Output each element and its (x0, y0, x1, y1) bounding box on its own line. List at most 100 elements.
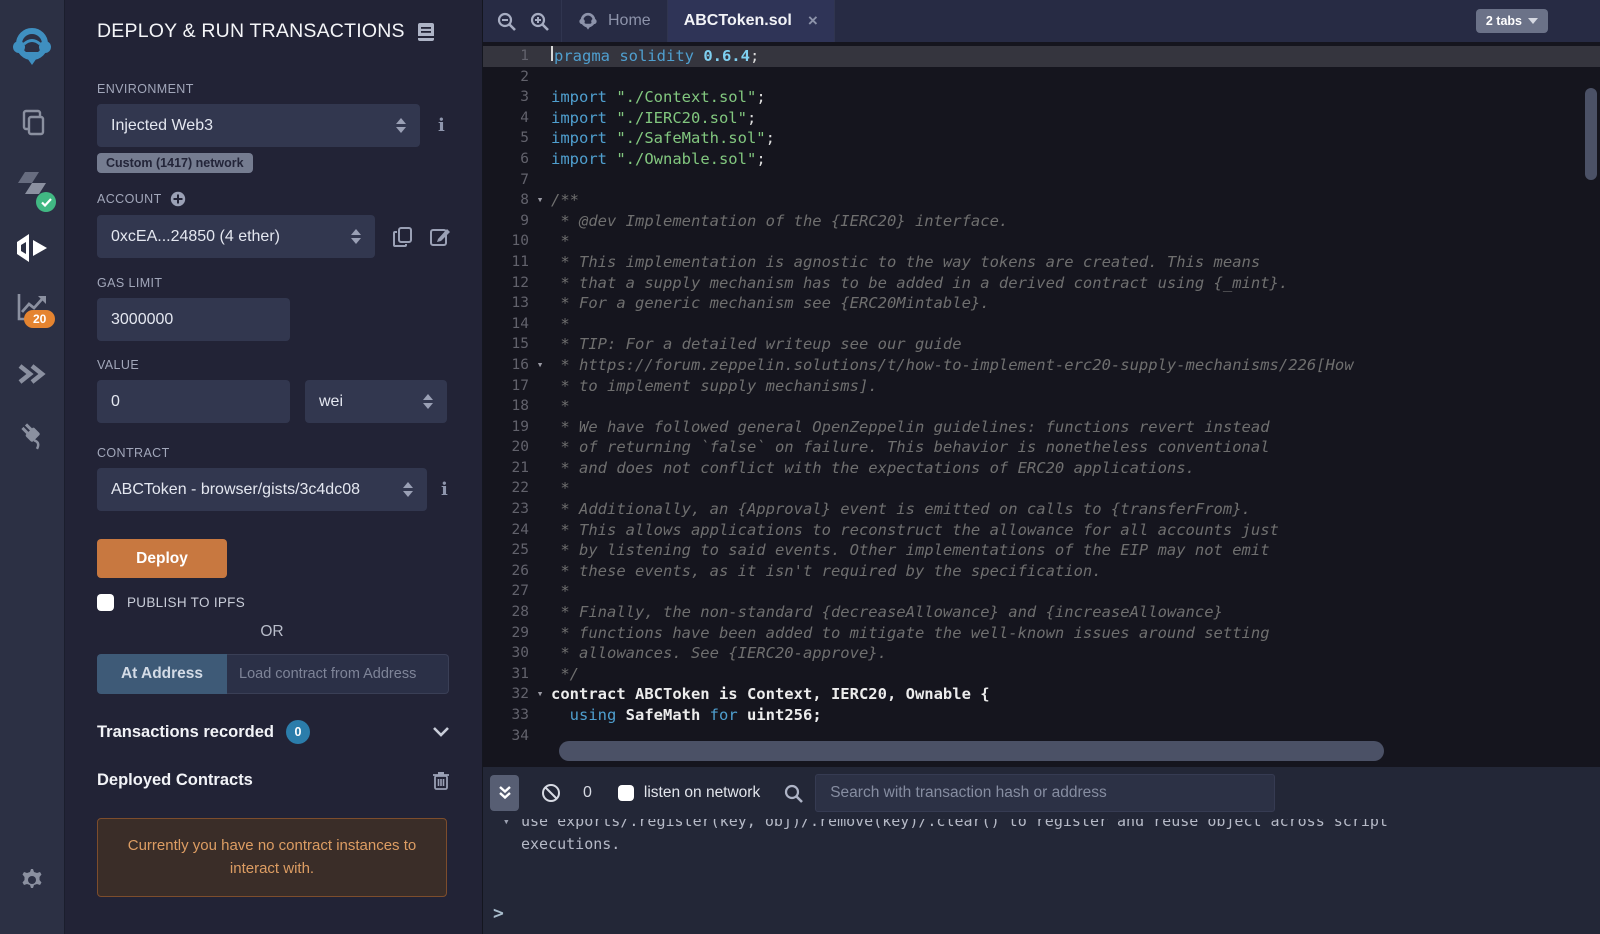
plugin-manager-icon[interactable] (0, 418, 64, 450)
at-address-button[interactable]: At Address (97, 654, 227, 694)
zoom-in-icon[interactable] (530, 12, 549, 31)
trash-icon[interactable] (433, 771, 449, 790)
settings-gear-icon[interactable] (0, 865, 64, 895)
code-line: 7 (483, 170, 1600, 191)
transactions-recorded-row[interactable]: Transactions recorded 0 (97, 716, 449, 748)
code-line: 16▾ * https://forum.zeppelin.solutions/t… (483, 355, 1600, 376)
at-address-input[interactable] (227, 654, 449, 694)
tab-abctoken-label: ABCToken.sol (684, 12, 792, 30)
environment-info-icon[interactable]: i (438, 115, 445, 136)
code-line: 14 * (483, 314, 1600, 335)
tab-home[interactable]: Home (561, 0, 668, 42)
terminal-log: ▾ use exports/.register(key, obj)/.remov… (483, 819, 1600, 934)
remix-ide-window: 20 DEPLOY & RUN TRANSACTIONS (0, 0, 1600, 934)
expand-terminal-icon[interactable] (490, 775, 519, 811)
zoom-out-icon[interactable] (497, 12, 516, 31)
code-line: 6import "./Ownable.sol"; (483, 149, 1600, 170)
deploy-run-icon[interactable] (0, 232, 64, 264)
search-icon (784, 784, 803, 803)
code-line: 24 * This allows applications to reconst… (483, 520, 1600, 541)
solidity-compiler-icon[interactable] (0, 170, 64, 206)
panel-title: DEPLOY & RUN TRANSACTIONS (97, 20, 435, 43)
code-line: 32▾contract ABCToken is Context, IERC20,… (483, 684, 1600, 705)
value-input[interactable] (97, 380, 290, 423)
editor-column: Home ABCToken.sol × 2 tabs 1pragma solid… (483, 0, 1600, 934)
log-line: executions. (521, 833, 1600, 856)
pending-tx-count: 0 (583, 784, 592, 802)
gas-limit-input[interactable] (97, 298, 290, 341)
select-spinner-icon (403, 482, 413, 497)
contract-label: CONTRACT (97, 446, 170, 460)
code-line: 33 using SafeMath for uint256; (483, 705, 1600, 726)
or-separator: OR (97, 623, 447, 641)
deploy-run-panel: DEPLOY & RUN TRANSACTIONS ENVIRONMENT In… (65, 0, 483, 934)
code-line: 23 * Additionally, an {Approval} event i… (483, 499, 1600, 520)
listen-network-checkbox[interactable] (618, 785, 634, 801)
code-line: 17 * to implement supply mechanisms]. (483, 376, 1600, 397)
terminal-toolbar: 0 listen on network (483, 767, 1600, 819)
code-line: 8▾/** (483, 190, 1600, 211)
tabs-count-button[interactable]: 2 tabs (1476, 9, 1548, 33)
analysis-icon[interactable]: 20 (0, 292, 64, 322)
code-line: 12 * that a supply mechanism has to be a… (483, 273, 1600, 294)
environment-select[interactable]: Injected Web3 (97, 104, 420, 147)
clear-console-icon[interactable] (541, 783, 561, 803)
contract-select[interactable]: ABCToken - browser/gists/3c4dc08 (97, 468, 427, 511)
code-line: 15 * TIP: For a detailed writeup see our… (483, 334, 1600, 355)
value-label: VALUE (97, 358, 139, 372)
unit-testing-icon[interactable] (0, 358, 64, 390)
code-line: 19 * We have followed general OpenZeppel… (483, 417, 1600, 438)
code-line: 27 * (483, 581, 1600, 602)
code-line: 11 * This implementation is agnostic to … (483, 252, 1600, 273)
sign-message-icon[interactable] (430, 227, 451, 247)
publish-ipfs-checkbox[interactable] (97, 594, 114, 611)
contract-value: ABCToken - browser/gists/3c4dc08 (111, 481, 360, 499)
transactions-recorded-label: Transactions recorded (97, 723, 274, 742)
environment-label: ENVIRONMENT (97, 82, 194, 96)
publish-ipfs-label: PUBLISH TO IPFS (127, 595, 245, 610)
code-line: 29 * functions have been added to mitiga… (483, 623, 1600, 644)
deployed-contracts-row: Deployed Contracts (97, 764, 449, 796)
tab-bar: Home ABCToken.sol × 2 tabs (483, 0, 1600, 42)
terminal-search-input[interactable] (815, 774, 1275, 812)
code-line: 5import "./SafeMath.sol"; (483, 128, 1600, 149)
select-spinner-icon (396, 118, 406, 133)
tab-abctoken[interactable]: ABCToken.sol × (668, 0, 835, 42)
code-line: 10 * (483, 231, 1600, 252)
vertical-scrollbar[interactable] (1585, 88, 1597, 180)
deploy-button[interactable]: Deploy (97, 539, 227, 578)
select-spinner-icon (423, 394, 433, 409)
tab-home-label: Home (608, 12, 651, 30)
code-lines: 1pragma solidity 0.6.4;23import "./Conte… (483, 46, 1600, 746)
code-line: 22 * (483, 478, 1600, 499)
add-account-icon[interactable] (170, 191, 186, 207)
account-select[interactable]: 0xcEA...24850 (4 ether) (97, 215, 375, 258)
code-line: 2 (483, 67, 1600, 88)
code-line: 26 * these events, as it isn't required … (483, 561, 1600, 582)
value-unit-select[interactable]: wei (305, 380, 447, 423)
close-tab-icon[interactable]: × (808, 11, 818, 31)
copy-account-icon[interactable] (393, 227, 412, 247)
account-label: ACCOUNT (97, 191, 186, 207)
code-editor[interactable]: 1pragma solidity 0.6.4;23import "./Conte… (483, 42, 1600, 767)
network-badge: Custom (1417) network (97, 153, 253, 173)
log-line: use exports/.register(key, obj)/.remove(… (521, 819, 1600, 833)
listen-network-label: listen on network (644, 784, 760, 802)
code-line: 3import "./Context.sol"; (483, 87, 1600, 108)
terminal-prompt[interactable]: > (493, 903, 504, 924)
code-line: 30 * allowances. See {IERC20-approve}. (483, 643, 1600, 664)
value-unit: wei (319, 393, 343, 411)
log-caret-icon[interactable]: ▾ (503, 819, 510, 833)
transactions-count-badge: 0 (286, 720, 310, 744)
chevron-down-icon[interactable] (433, 727, 449, 737)
code-line: 21 * and does not conflict with the expe… (483, 458, 1600, 479)
remix-logo-icon (0, 24, 64, 68)
caret-down-icon (1528, 18, 1538, 24)
horizontal-scrollbar[interactable] (559, 741, 1384, 761)
contract-info-icon[interactable]: i (441, 479, 448, 500)
file-explorer-icon[interactable] (0, 107, 64, 139)
code-line: 9 * @dev Implementation of the {IERC20} … (483, 211, 1600, 232)
docs-book-icon[interactable] (417, 22, 435, 42)
account-value: 0xcEA...24850 (4 ether) (111, 228, 280, 246)
code-line: 31 */ (483, 664, 1600, 685)
